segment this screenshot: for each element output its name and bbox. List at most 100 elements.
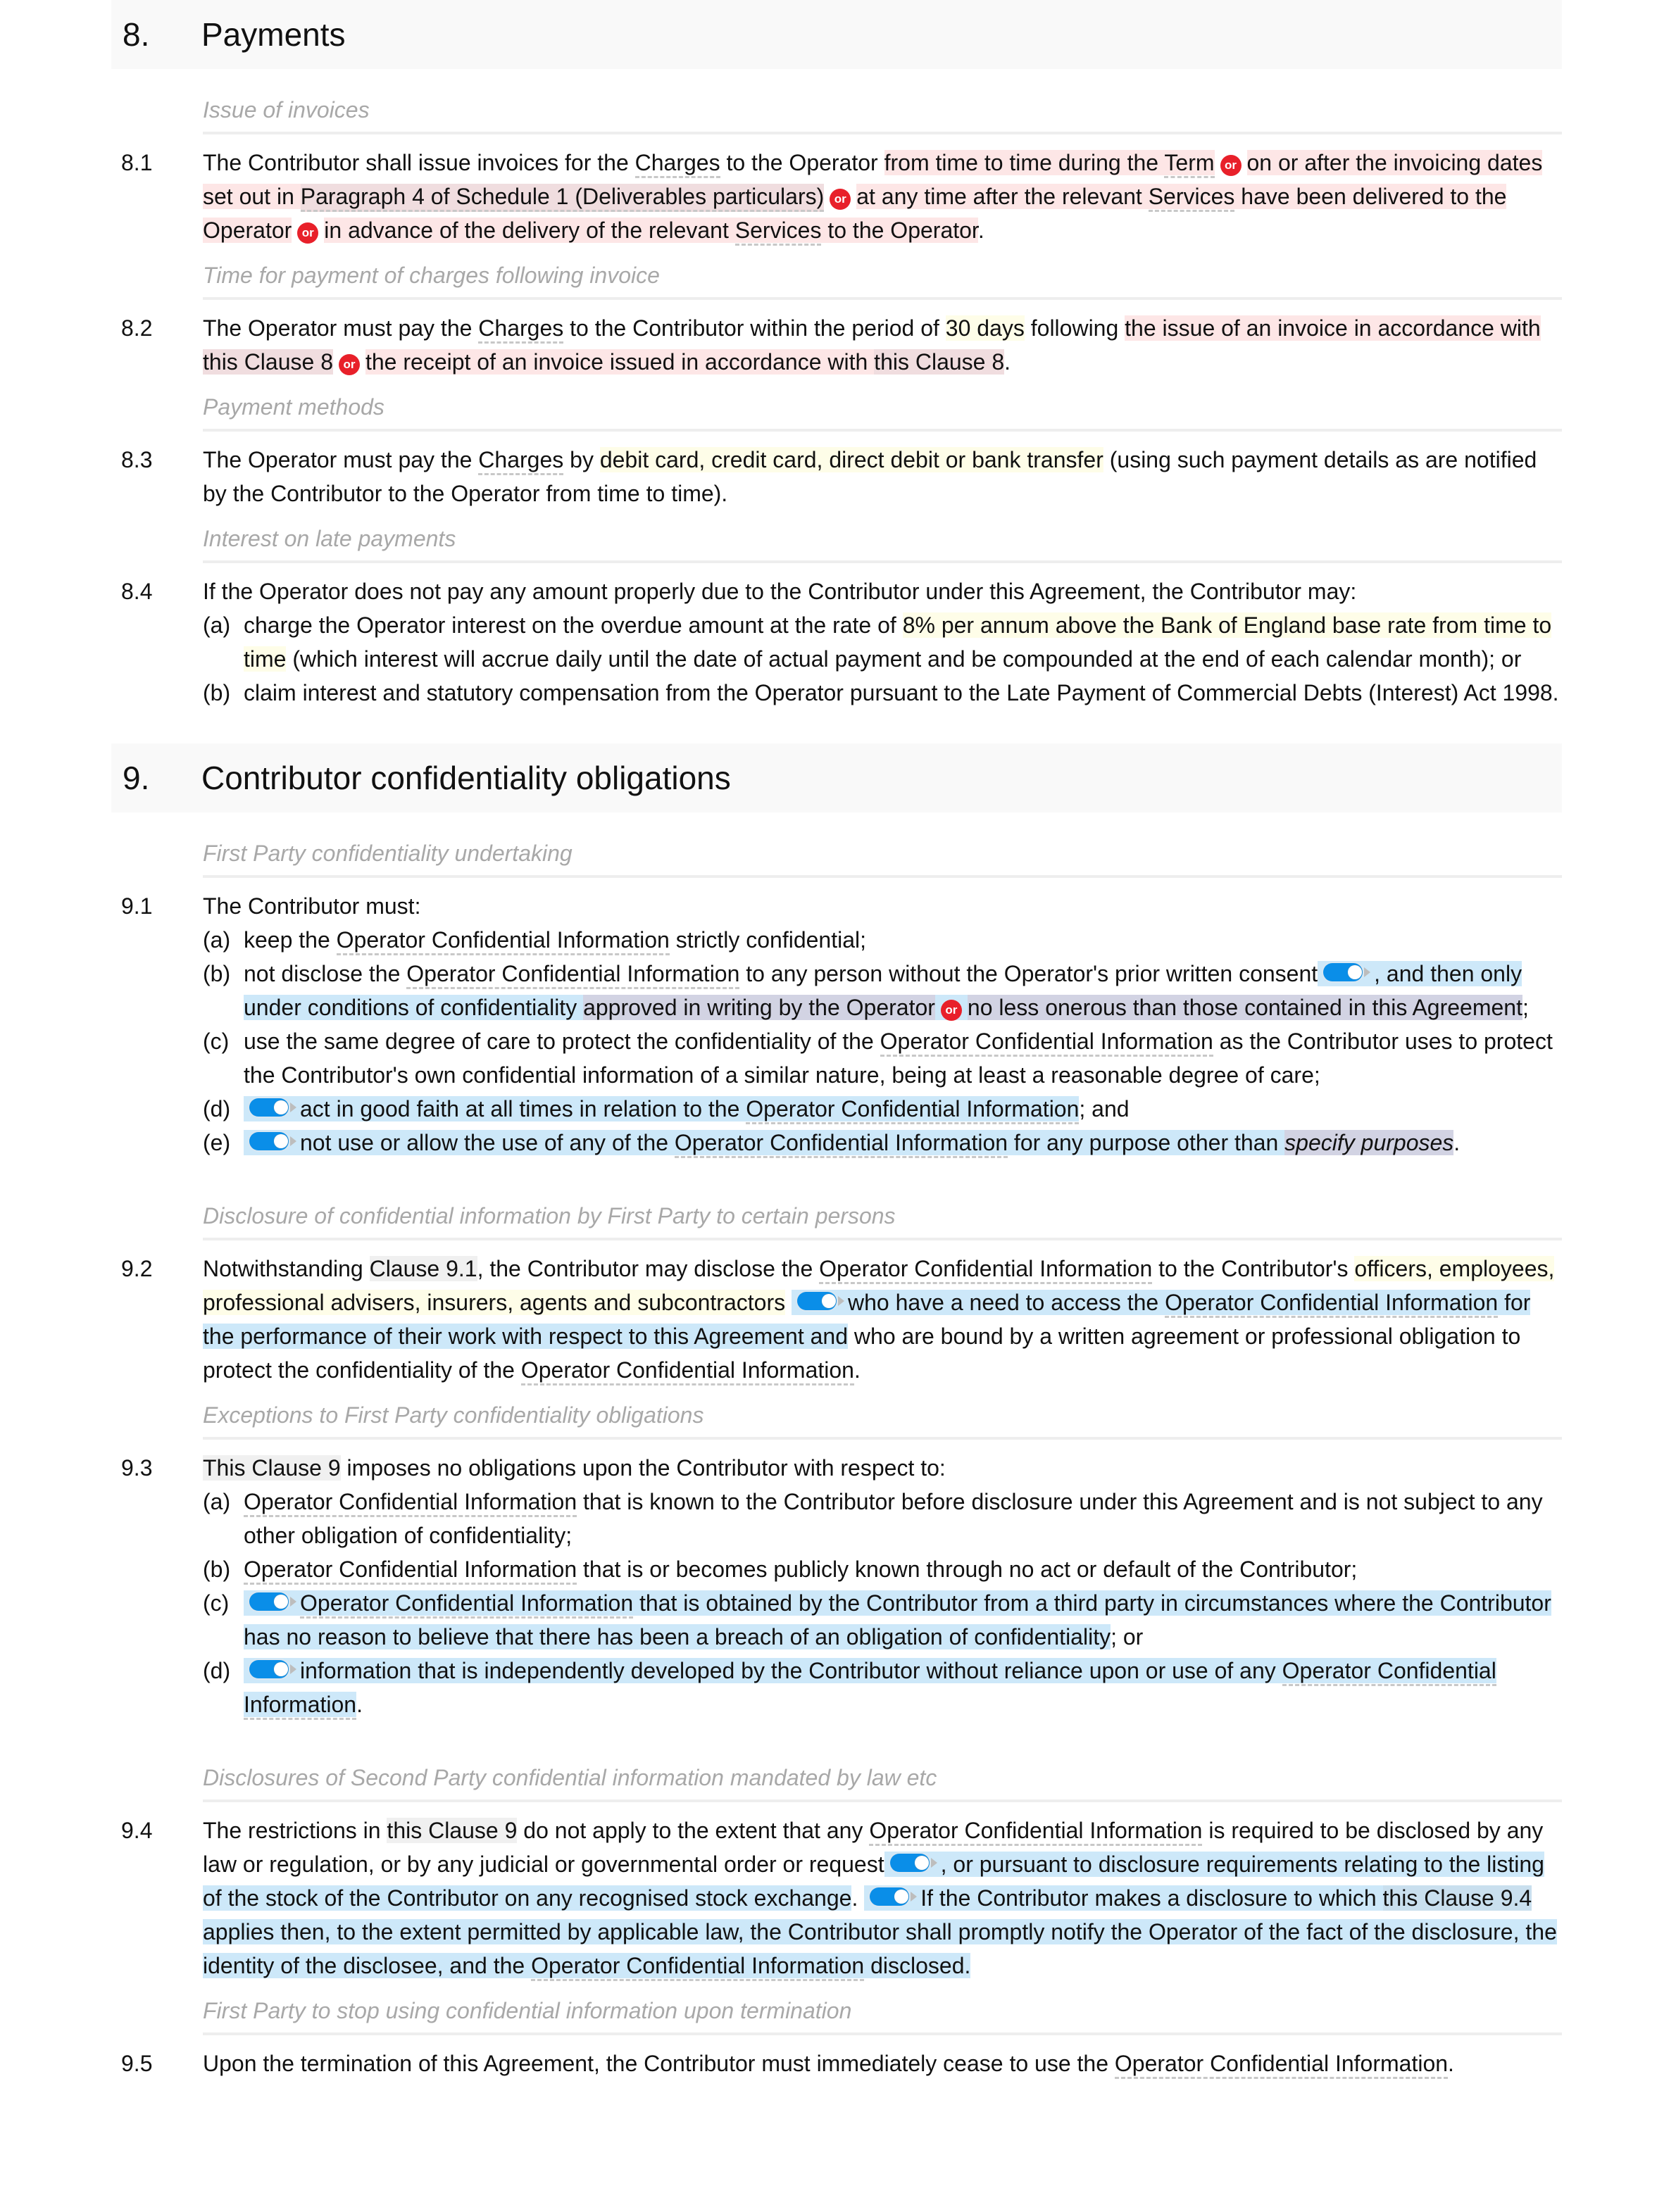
defined-term[interactable]: Operator Confidential Information	[1165, 1290, 1499, 1318]
alternative-option[interactable]: approved in writing by the Operator	[583, 995, 935, 1020]
toggle-switch-icon[interactable]	[249, 1660, 296, 1678]
cross-reference[interactable]: this Clause 8	[203, 349, 333, 375]
defined-term[interactable]: Services	[734, 218, 822, 246]
defined-term[interactable]: Operator Confidential Information	[406, 961, 740, 989]
defined-term[interactable]: Operator Confidential Information	[300, 1590, 634, 1619]
cross-reference[interactable]: this Clause 9	[387, 1818, 518, 1843]
cross-reference[interactable]: Paragraph 4 of Schedule 1 (Deliverables …	[300, 184, 825, 212]
clause-title: Payments	[201, 16, 346, 53]
defined-term[interactable]: Operator Confidential Information	[880, 1029, 1213, 1057]
optional-text[interactable]: act in good faith at all times in relati…	[244, 1096, 1080, 1124]
toggle-switch-icon[interactable]	[249, 1098, 296, 1117]
defined-term[interactable]: Operator Confidential Information	[674, 1130, 1008, 1158]
defined-term[interactable]: Operator Confidential Information	[244, 1489, 577, 1517]
text: use the same degree of care to protect t…	[244, 1029, 880, 1054]
text: to any person without the Operator's pri…	[739, 961, 1318, 986]
text: strictly confidential;	[669, 927, 867, 953]
paragraph-9-3: 9.3 This Clause 9 imposes no obligations…	[111, 1451, 1562, 1721]
fill-in-field[interactable]: 30 days	[945, 315, 1025, 341]
text: .	[1004, 349, 1011, 375]
subheading: Disclosures of Second Party confidential…	[203, 1749, 1562, 1802]
paragraph-number: 8.1	[121, 150, 153, 175]
text: The restrictions in	[203, 1818, 387, 1843]
or-badge-icon[interactable]: or	[1220, 155, 1242, 176]
or-badge-icon[interactable]: or	[940, 1000, 962, 1021]
item-text: not use or allow the use of any of the O…	[244, 1126, 1562, 1160]
subheading: Issue of invoices	[203, 82, 1562, 134]
cross-reference[interactable]: Clause 9.1	[369, 1256, 477, 1281]
toggle-switch-icon[interactable]	[249, 1592, 296, 1611]
defined-term[interactable]: Charges	[634, 150, 720, 178]
cross-reference[interactable]: this Clause 9.4	[1382, 1885, 1532, 1911]
cross-reference[interactable]: this Clause 8	[874, 349, 1005, 375]
alternative-option[interactable]: in advance of the delivery of the releva…	[324, 218, 978, 246]
defined-term[interactable]: Charges	[478, 447, 564, 475]
text: do not apply to the extent that any	[517, 1818, 870, 1843]
list-item-a: (a) charge the Operator interest on the …	[203, 608, 1562, 676]
text: .	[851, 1885, 858, 1911]
defined-term[interactable]: Term	[1164, 150, 1215, 178]
text: Upon the termination of this Agreement, …	[203, 2051, 1115, 2076]
fill-in-field[interactable]: debit card, credit card, direct debit or…	[599, 447, 1103, 472]
item-label: (e)	[203, 1130, 231, 1155]
list-item-b: (b) not disclose the Operator Confidenti…	[203, 957, 1562, 1024]
or-badge-icon[interactable]: or	[297, 222, 319, 244]
optional-text[interactable]: information that is independently develo…	[244, 1658, 1496, 1720]
text: Notwithstanding	[203, 1256, 370, 1281]
paragraph-9-5: 9.5 Upon the termination of this Agreeme…	[111, 2047, 1562, 2080]
item-label: (a)	[203, 1489, 231, 1514]
paragraph-text: This Clause 9 imposes no obligations upo…	[203, 1451, 1562, 1721]
optional-text[interactable]: not use or allow the use of any of the O…	[244, 1130, 1454, 1158]
text: The Operator must pay the	[203, 447, 479, 472]
text: who have a need to access the	[847, 1290, 1165, 1315]
item-label: (a)	[203, 612, 231, 638]
paragraph-number: 9.1	[121, 893, 153, 919]
text: to the Contributor within the period of	[563, 315, 946, 341]
defined-term[interactable]: Operator Confidential Information	[244, 1557, 577, 1585]
list-item-a: (a) keep the Operator Confidential Infor…	[203, 923, 1562, 957]
paragraph-number: 9.5	[121, 2051, 153, 2076]
text: .	[356, 1692, 363, 1717]
text: keep the	[244, 927, 337, 953]
or-badge-icon[interactable]: or	[338, 354, 360, 375]
item-text: charge the Operator interest on the over…	[244, 608, 1562, 676]
or-badge-icon[interactable]: or	[830, 189, 851, 210]
item-label: (a)	[203, 927, 231, 953]
toggle-switch-icon[interactable]	[889, 1854, 937, 1872]
optional-text[interactable]: Operator Confidential Information that i…	[244, 1590, 1551, 1649]
text: to the Operator	[720, 150, 884, 175]
placeholder-field[interactable]: specify purposes	[1284, 1130, 1454, 1155]
text: to the Operator	[821, 218, 978, 243]
text: (which interest will accrue daily until …	[286, 646, 1522, 672]
defined-term[interactable]: Operator Confidential Information	[1114, 2051, 1449, 2079]
toggle-switch-icon[interactable]	[796, 1292, 844, 1310]
item-text: claim interest and statutory compensatio…	[244, 680, 1559, 705]
alternative-option[interactable]: no less onerous than those contained in …	[967, 995, 1522, 1020]
paragraph-intro: If the Operator does not pay any amount …	[203, 579, 1357, 604]
list-item-d: (d) act in good faith at all times in re…	[203, 1092, 1562, 1126]
toggle-switch-icon[interactable]	[249, 1132, 296, 1150]
alternative-option[interactable]: the receipt of an invoice issued in acco…	[365, 349, 1005, 375]
defined-term[interactable]: Operator Confidential Information	[869, 1818, 1203, 1846]
toggle-switch-icon[interactable]	[870, 1887, 918, 1906]
defined-term[interactable]: Operator Confidential Information	[520, 1357, 854, 1385]
paragraph-text: The Operator must pay the Charges to the…	[203, 311, 1562, 379]
defined-term[interactable]: Operator Confidential Information	[531, 1953, 865, 1981]
text: ;	[1522, 995, 1529, 1020]
text: not disclose the	[244, 961, 407, 986]
text: not use or allow the use of any of the	[300, 1130, 675, 1155]
subheading: Disclosure of confidential information b…	[203, 1188, 1562, 1240]
defined-term[interactable]: Operator Confidential Information	[746, 1096, 1080, 1124]
defined-term[interactable]: Services	[1148, 184, 1235, 212]
text: imposes no obligations upon the Contribu…	[340, 1455, 946, 1481]
defined-term[interactable]: Operator Confidential Information	[819, 1256, 1153, 1284]
list-item-b: (b) Operator Confidential Information th…	[203, 1552, 1562, 1586]
defined-term[interactable]: Operator Confidential Information	[336, 927, 670, 955]
text: at any time after the relevant	[856, 184, 1149, 209]
defined-term[interactable]: Charges	[478, 315, 564, 344]
paragraph-text: The Operator must pay the Charges by deb…	[203, 443, 1562, 510]
cross-reference[interactable]: This Clause 9	[203, 1455, 341, 1481]
toggle-switch-icon[interactable]	[1323, 963, 1371, 981]
alternative-option[interactable]: from time to time during the Term	[884, 150, 1215, 178]
text: following	[1024, 315, 1125, 341]
